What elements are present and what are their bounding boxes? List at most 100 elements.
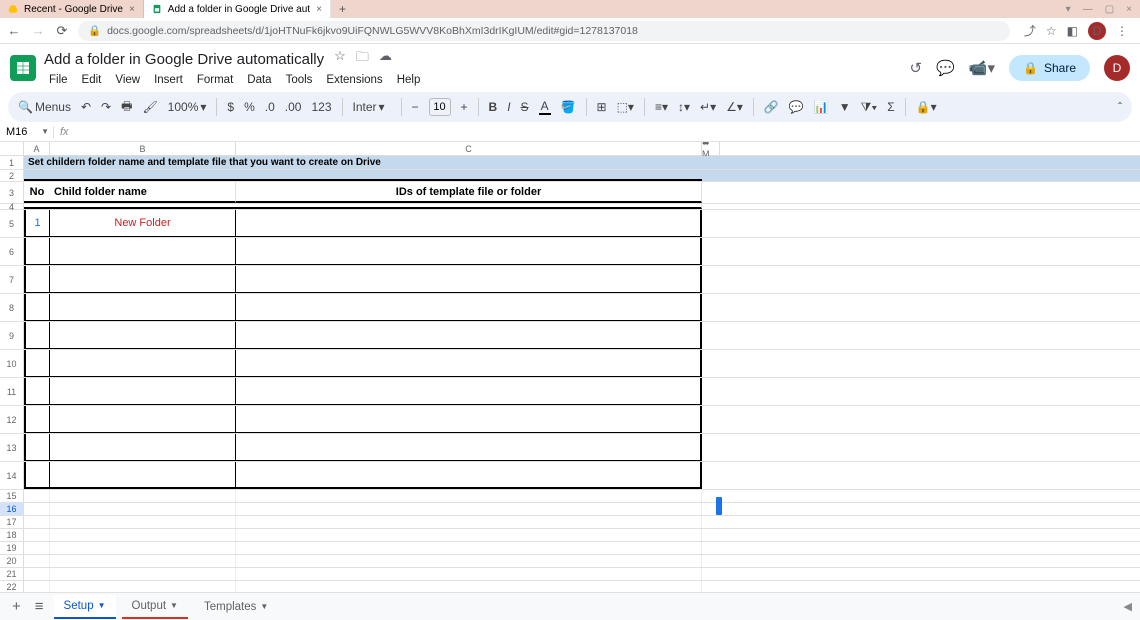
cell[interactable]: [24, 555, 50, 567]
menu-insert[interactable]: Insert: [149, 72, 188, 88]
cell[interactable]: [236, 503, 702, 515]
select-all-corner[interactable]: [0, 142, 24, 155]
row-header[interactable]: 1: [0, 156, 24, 169]
cell[interactable]: [24, 516, 50, 528]
link-button[interactable]: 🔗: [764, 100, 779, 114]
cell[interactable]: [24, 378, 50, 405]
cell[interactable]: [24, 266, 50, 293]
all-sheets-button[interactable]: ≡: [31, 598, 48, 615]
rotate-button[interactable]: ∠▾: [726, 100, 743, 114]
share-button[interactable]: 🔒 Share: [1009, 55, 1090, 81]
menu-extensions[interactable]: Extensions: [321, 72, 387, 88]
account-avatar[interactable]: D: [1104, 55, 1130, 81]
functions-button[interactable]: Σ: [887, 100, 894, 114]
col-header[interactable]: B: [50, 142, 236, 155]
cell[interactable]: [50, 434, 236, 461]
row-header[interactable]: 12: [0, 406, 24, 433]
scroll-tabs-button[interactable]: ◀: [1124, 600, 1132, 613]
url-input[interactable]: 🔒 docs.google.com/spreadsheets/d/1joHTNu…: [78, 21, 1010, 41]
cell[interactable]: [236, 516, 702, 528]
row-header[interactable]: 14: [0, 462, 24, 489]
row-header[interactable]: 11: [0, 378, 24, 405]
title-cell[interactable]: Set childern folder name and template fi…: [24, 156, 702, 169]
cell[interactable]: [50, 238, 236, 265]
increase-decimal-button[interactable]: .00: [285, 100, 302, 114]
cell[interactable]: [50, 378, 236, 405]
col-header[interactable]: C: [236, 142, 702, 155]
cell[interactable]: [50, 462, 236, 489]
star-icon[interactable]: ☆: [334, 48, 346, 70]
row-header[interactable]: 4: [0, 204, 24, 209]
history-icon[interactable]: ↺: [910, 59, 923, 77]
minimize-button[interactable]: —: [1083, 4, 1093, 15]
document-title[interactable]: Add a folder in Google Drive automatical…: [44, 51, 324, 68]
cell[interactable]: [24, 350, 50, 377]
cloud-status-icon[interactable]: ☁: [379, 48, 392, 70]
cell[interactable]: [24, 238, 50, 265]
row-header[interactable]: 20: [0, 555, 24, 567]
selection-handle[interactable]: [716, 497, 722, 515]
row-header[interactable]: 17: [0, 516, 24, 528]
search-menus[interactable]: 🔍 Menus: [18, 100, 71, 114]
cell[interactable]: [50, 503, 236, 515]
decrease-font-button[interactable]: −: [412, 100, 419, 114]
cell[interactable]: 1: [24, 210, 50, 237]
cell[interactable]: [236, 529, 702, 541]
minimize-icon[interactable]: ▾: [1066, 4, 1071, 15]
collapse-toolbar-button[interactable]: ˆ: [1118, 100, 1122, 114]
filter-views-button[interactable]: ⧩▾: [861, 100, 878, 115]
cell[interactable]: [50, 322, 236, 349]
row-header[interactable]: 2: [0, 170, 24, 181]
cell[interactable]: [236, 350, 702, 377]
font-dropdown[interactable]: Inter ▾: [353, 100, 391, 114]
meet-icon[interactable]: 📹▾: [969, 59, 995, 77]
decrease-decimal-button[interactable]: .0: [265, 100, 275, 114]
cell[interactable]: [236, 542, 702, 554]
cell[interactable]: [24, 503, 50, 515]
fill-color-button[interactable]: 🪣: [561, 100, 576, 114]
increase-font-button[interactable]: +: [461, 100, 468, 114]
cell[interactable]: [50, 555, 236, 567]
spreadsheet-grid[interactable]: A B C ⬌ M 1 Set childern folder name and…: [0, 142, 1140, 612]
menu-help[interactable]: Help: [392, 72, 426, 88]
cell[interactable]: [50, 542, 236, 554]
cell[interactable]: [50, 529, 236, 541]
cell[interactable]: [24, 462, 50, 489]
close-icon[interactable]: ×: [316, 4, 322, 15]
row-header[interactable]: 15: [0, 490, 24, 502]
cell[interactable]: [236, 434, 702, 461]
menu-view[interactable]: View: [110, 72, 145, 88]
cell[interactable]: [236, 238, 702, 265]
forward-button[interactable]: →: [30, 23, 46, 38]
cell[interactable]: [24, 170, 702, 181]
sheet-tab-templates[interactable]: Templates▼: [194, 596, 278, 618]
row-header[interactable]: 7: [0, 266, 24, 293]
browser-menu-icon[interactable]: ⋮: [1116, 24, 1128, 38]
cell[interactable]: [24, 529, 50, 541]
number-format-button[interactable]: 123: [311, 100, 331, 114]
row-header[interactable]: 21: [0, 568, 24, 580]
col-header[interactable]: A: [24, 142, 50, 155]
cell[interactable]: [24, 434, 50, 461]
row-header[interactable]: 10: [0, 350, 24, 377]
menu-data[interactable]: Data: [242, 72, 276, 88]
currency-button[interactable]: $: [227, 100, 234, 114]
row-header[interactable]: 13: [0, 434, 24, 461]
cell[interactable]: [24, 204, 702, 209]
cell[interactable]: [236, 210, 702, 237]
row-header[interactable]: 8: [0, 294, 24, 321]
cell[interactable]: New Folder: [50, 210, 236, 237]
chart-button[interactable]: 📊: [814, 100, 829, 114]
percent-button[interactable]: %: [244, 100, 255, 114]
row-header[interactable]: 9: [0, 322, 24, 349]
side-panel-icon[interactable]: ◧: [1067, 24, 1078, 38]
italic-button[interactable]: I: [507, 100, 510, 114]
install-icon[interactable]: ⤴: [1024, 22, 1036, 39]
row-header[interactable]: 18: [0, 529, 24, 541]
move-icon[interactable]: 🗀: [356, 48, 369, 70]
undo-button[interactable]: ↶: [81, 100, 91, 114]
reload-button[interactable]: ⟳: [54, 23, 70, 39]
browser-tab[interactable]: Recent - Google Drive ×: [0, 0, 144, 18]
cell[interactable]: [24, 542, 50, 554]
header-cell[interactable]: Child folder name: [50, 182, 236, 203]
